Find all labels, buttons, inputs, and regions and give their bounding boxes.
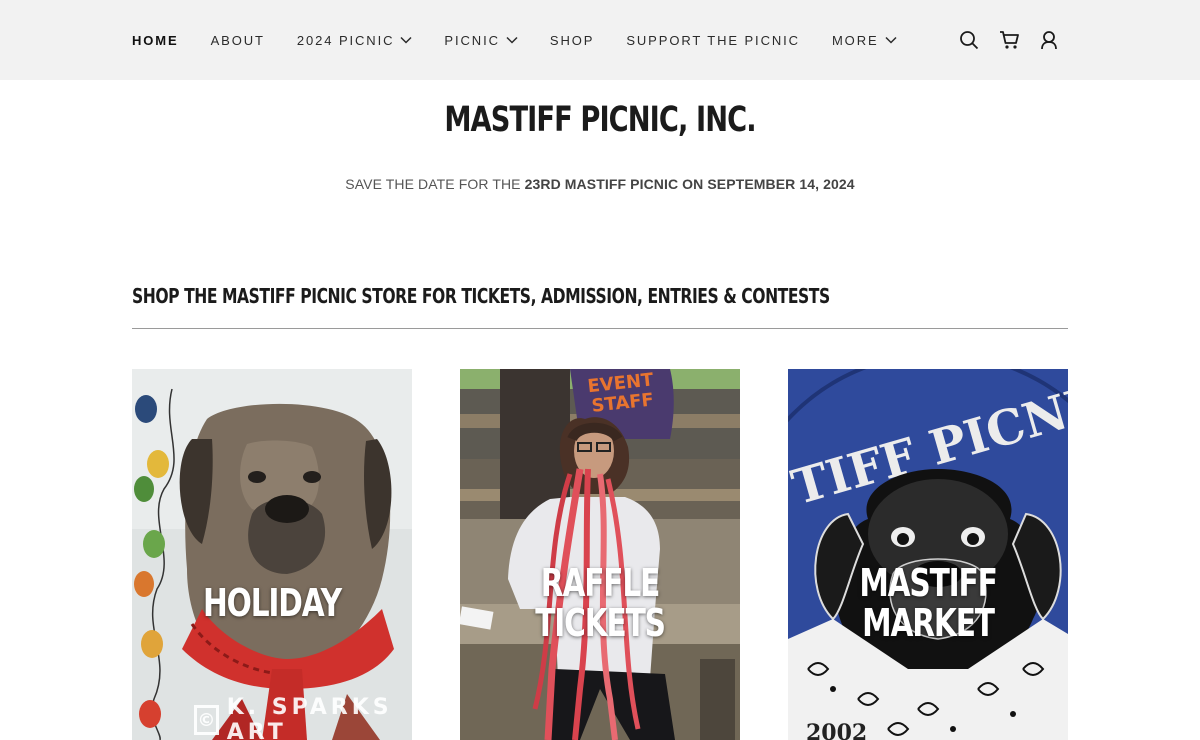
watermark-text: K. SPARKS ART: [226, 695, 393, 740]
nav-picnic[interactable]: PICNIC: [444, 32, 518, 48]
chevron-down-icon: [885, 36, 897, 44]
nav-support-label: SUPPORT THE PICNIC: [626, 32, 800, 48]
nav-2024-picnic-label: 2024 PICNIC: [296, 32, 395, 48]
account-icon[interactable]: [1038, 29, 1060, 51]
mastiff-market-logo: TIFF PICNIC, I 2002: [788, 369, 1068, 740]
nav-about-label: ABOUT: [210, 32, 265, 48]
nav-2024-picnic[interactable]: 2024 PICNIC: [297, 33, 413, 48]
nav-shop-label: SHOP: [549, 32, 595, 48]
card-raffle-label: RAFFLE TICKETS: [535, 561, 666, 645]
main-nav: HOME ABOUT 2024 PICNIC PICNIC SHOP SUPPO…: [132, 0, 929, 80]
shop-section-title: SHOP THE MASTIFF PICNIC STORE FOR TICKET…: [132, 284, 830, 308]
search-icon[interactable]: [958, 29, 980, 51]
watermark: © K. SPARKS ART: [194, 695, 412, 740]
nav-more-label: MORE: [831, 32, 879, 48]
chevron-down-icon: [400, 36, 412, 44]
copyright-icon: ©: [194, 705, 219, 735]
card-raffle-tickets[interactable]: EVENT STAFF RAFFLE TICKETS: [460, 369, 740, 740]
holiday-mastiff-painting: [132, 369, 412, 740]
logo-year: 2002: [806, 720, 867, 740]
section-divider: [132, 328, 1068, 329]
nav-home[interactable]: HOME: [132, 33, 179, 48]
tagline-prefix: SAVE THE DATE FOR THE: [345, 176, 525, 192]
chevron-down-icon: [506, 36, 518, 44]
card-mastiff-market[interactable]: TIFF PICNIC, I 2002 MASTIFF MARKET: [788, 369, 1068, 740]
top-nav-bar: HOME ABOUT 2024 PICNIC PICNIC SHOP SUPPO…: [0, 0, 1200, 80]
nav-picnic-label: PICNIC: [444, 32, 500, 48]
nav-home-label: HOME: [132, 32, 179, 48]
nav-more[interactable]: MORE: [832, 33, 897, 48]
nav-icon-group: [958, 0, 1060, 80]
tagline-highlight: 23RD MASTIFF PICNIC ON SEPTEMBER 14, 202…: [524, 176, 855, 192]
cart-icon[interactable]: [998, 29, 1020, 51]
tagline: SAVE THE DATE FOR THE 23RD MASTIFF PICNI…: [0, 176, 1200, 192]
nav-support-the-picnic[interactable]: SUPPORT THE PICNIC: [626, 33, 800, 48]
nav-about[interactable]: ABOUT: [211, 33, 265, 48]
card-holiday[interactable]: HOLIDAY © K. SPARKS ART: [132, 369, 412, 740]
nav-shop[interactable]: SHOP: [550, 33, 594, 48]
card-market-label: MASTIFF MARKET: [859, 561, 998, 645]
site-title: MASTIFF PICNIC, INC.: [444, 100, 756, 140]
raffle-photo: EVENT STAFF: [460, 369, 740, 740]
card-holiday-label: HOLIDAY: [203, 581, 342, 625]
